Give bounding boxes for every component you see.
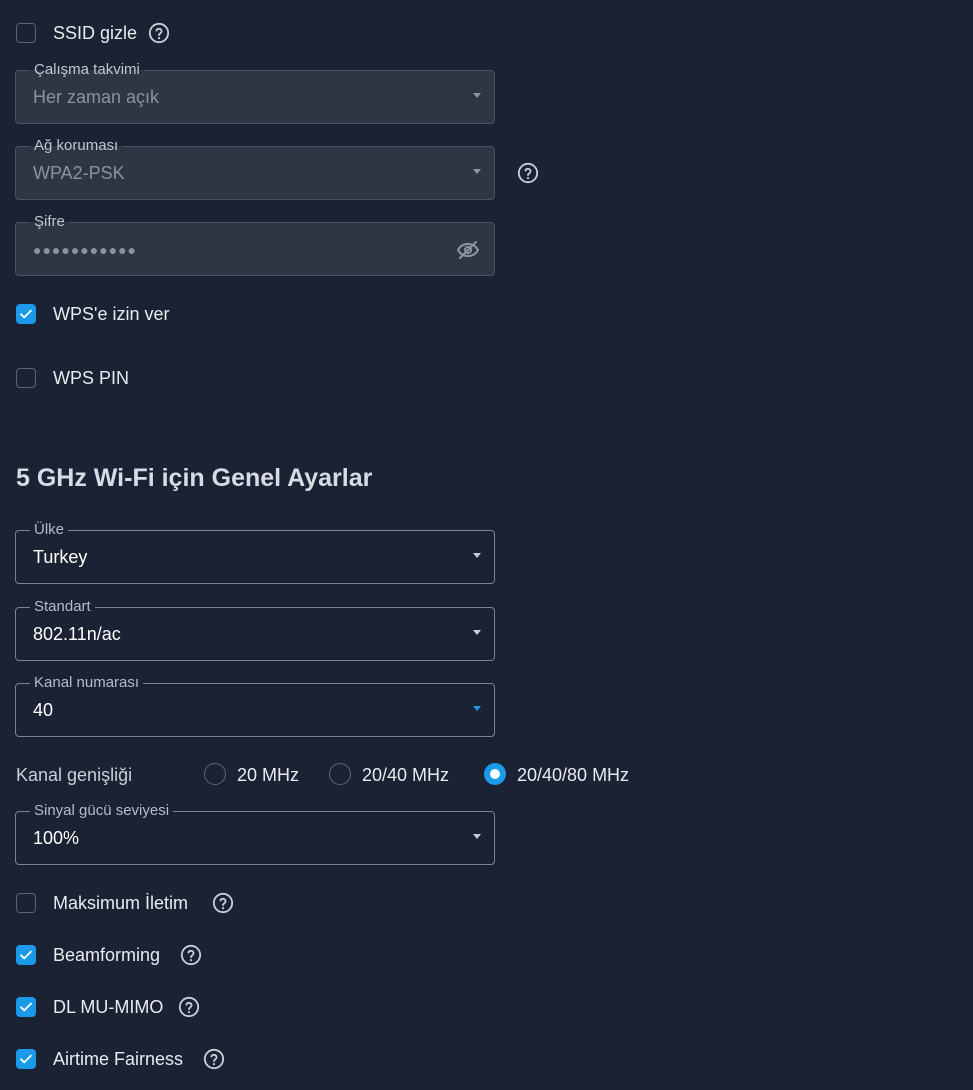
section-heading-5ghz: 5 GHz Wi-Fi için Genel Ayarlar <box>16 464 373 492</box>
dropdown-arrow-icon <box>473 553 481 558</box>
password-value: ●●●●●●●●●●● <box>33 242 138 258</box>
password-field[interactable]: Şifre ●●●●●●●●●●● <box>15 213 495 276</box>
channel-select[interactable]: Kanal numarası 40 <box>15 674 495 737</box>
help-icon[interactable] <box>178 996 200 1018</box>
bandwidth-option-20: 20 MHz <box>237 765 300 785</box>
country-select[interactable]: Ülke Turkey <box>15 521 495 584</box>
bandwidth-label: Kanal genişliği <box>16 765 133 785</box>
check-icon <box>20 950 32 960</box>
wps-allow-label: WPS'e izin ver <box>53 304 170 324</box>
schedule-label: Çalışma takvimi <box>30 61 144 79</box>
standard-select[interactable]: Standart 802.11n/ac <box>15 598 495 661</box>
airtime-fairness-label: Airtime Fairness <box>53 1049 184 1069</box>
eye-off-icon[interactable] <box>456 238 480 262</box>
dropdown-arrow-icon <box>473 169 481 174</box>
dl-mu-mimo-label: DL MU-MIMO <box>53 997 164 1017</box>
help-icon[interactable] <box>212 892 234 914</box>
beamforming-checkbox[interactable] <box>16 945 36 965</box>
hide-ssid-checkbox[interactable] <box>16 23 36 43</box>
channel-value: 40 <box>33 700 54 720</box>
help-icon[interactable] <box>180 944 202 966</box>
wps-allow-checkbox[interactable] <box>16 304 36 324</box>
check-icon <box>20 1002 32 1012</box>
dropdown-arrow-icon <box>473 630 481 635</box>
channel-label: Kanal numarası <box>30 674 144 692</box>
bandwidth-radio-20-40[interactable] <box>329 763 351 785</box>
country-value: Turkey <box>33 547 88 567</box>
bandwidth-radio-20-40-80[interactable] <box>484 763 506 785</box>
schedule-select[interactable]: Çalışma takvimi Her zaman açık <box>15 61 495 124</box>
standard-value: 802.11n/ac <box>33 624 121 644</box>
wps-pin-checkbox[interactable] <box>16 368 36 388</box>
signal-strength-label: Sinyal gücü seviyesi <box>30 802 174 820</box>
check-icon <box>20 1054 32 1064</box>
password-label: Şifre <box>30 213 69 231</box>
airtime-fairness-checkbox[interactable] <box>16 1049 36 1069</box>
bandwidth-radio-20[interactable] <box>204 763 226 785</box>
help-icon[interactable] <box>517 162 539 184</box>
max-transmission-label: Maksimum İletim <box>53 893 189 913</box>
help-icon[interactable] <box>148 22 170 44</box>
security-value: WPA2-PSK <box>33 163 125 183</box>
schedule-value: Her zaman açık <box>33 87 160 107</box>
dropdown-arrow-icon <box>473 706 481 711</box>
signal-strength-value: 100% <box>33 828 80 848</box>
dropdown-arrow-icon <box>473 93 481 98</box>
bandwidth-option-20-40-80: 20/40/80 MHz <box>517 765 630 785</box>
standard-label: Standart <box>30 598 95 616</box>
security-label: Ağ koruması <box>30 137 123 155</box>
wps-pin-label: WPS PIN <box>53 368 130 388</box>
check-icon <box>20 309 32 319</box>
beamforming-label: Beamforming <box>53 945 161 965</box>
bandwidth-option-20-40: 20/40 MHz <box>362 765 450 785</box>
country-label: Ülke <box>30 521 69 539</box>
security-select[interactable]: Ağ koruması WPA2-PSK <box>15 137 495 200</box>
dl-mu-mimo-checkbox[interactable] <box>16 997 36 1017</box>
hide-ssid-label: SSID gizle <box>53 23 138 43</box>
max-transmission-checkbox[interactable] <box>16 893 36 913</box>
signal-strength-select[interactable]: Sinyal gücü seviyesi 100% <box>15 802 495 865</box>
help-icon[interactable] <box>203 1048 225 1070</box>
dropdown-arrow-icon <box>473 834 481 839</box>
